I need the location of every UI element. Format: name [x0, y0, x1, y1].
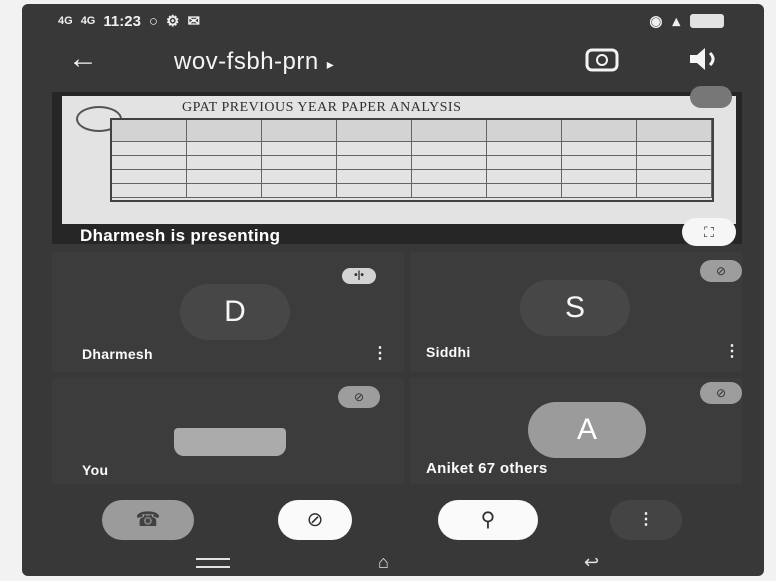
recents-icon[interactable]: [196, 558, 230, 568]
status-right: ◉ ▴: [649, 12, 724, 30]
presentation-tile[interactable]: GPAT PREVIOUS YEAR PAPER ANALYSIS Dharme…: [52, 86, 742, 246]
meeting-header: ← wov-fsbh-prn ▸: [22, 38, 764, 86]
participant-tile-siddhi[interactable]: ⊘ S Siddhi ⋮: [410, 252, 742, 372]
mic-off-icon: ⊘: [700, 260, 742, 282]
presenting-label: Dharmesh is presenting: [80, 226, 281, 245]
speaking-indicator-icon: •|•: [342, 268, 376, 284]
meeting-title[interactable]: wov-fsbh-prn ▸: [174, 48, 334, 76]
home-icon[interactable]: ⌂: [378, 552, 389, 573]
battery-icon: [690, 14, 724, 28]
participant-tile-aniket[interactable]: ⊘ A Aniket 67 others: [410, 378, 742, 484]
more-options-icon[interactable]: ⋮: [372, 344, 388, 364]
document-table: [110, 118, 714, 202]
message-icon: ✉: [187, 13, 201, 30]
fullscreen-icon[interactable]: ⛶: [682, 218, 736, 246]
participant-tile-dharmesh[interactable]: •|• D Dharmesh ⋮: [52, 252, 404, 372]
end-call-button[interactable]: ☎: [102, 500, 194, 540]
avatar-siddhi: S: [520, 280, 630, 336]
status-bar: 4G 4G 11:23 ○ ⚙ ✉ ◉ ▴: [22, 4, 764, 38]
circle-icon: ○: [148, 12, 158, 30]
participant-name-siddhi: Siddhi: [426, 344, 471, 360]
avatar-dharmesh: D: [180, 284, 290, 340]
call-controls: ☎ ⊘ ⚲ ⋮: [22, 494, 764, 544]
back-nav-icon[interactable]: ↩: [584, 552, 599, 573]
speaker-icon[interactable]: [686, 44, 722, 74]
meeting-code: wov-fsbh-prn: [174, 48, 319, 75]
self-video-preview: [174, 428, 286, 456]
participant-name-dharmesh: Dharmesh: [82, 346, 153, 362]
signal-icon: ▴: [672, 13, 680, 30]
notification-icon: ◉: [649, 13, 663, 30]
status-left: 4G 4G 11:23 ○ ⚙ ✉: [58, 12, 201, 31]
system-nav-bar: ⌂ ↩: [22, 550, 764, 576]
mic-off-icon: ⊘: [700, 382, 742, 404]
document-title: GPAT PREVIOUS YEAR PAPER ANALYSIS: [182, 100, 462, 115]
participant-tile-you[interactable]: ⊘ You: [52, 378, 404, 484]
back-button[interactable]: ←: [68, 44, 98, 74]
mic-toggle-button[interactable]: ⚲: [438, 500, 538, 540]
settings-icon: ⚙: [165, 13, 180, 30]
signal-label-2: 4G: [80, 15, 96, 27]
participant-name-you: You: [82, 462, 109, 478]
shared-document: GPAT PREVIOUS YEAR PAPER ANALYSIS: [62, 96, 736, 224]
more-options-button[interactable]: ⋮: [610, 500, 682, 540]
phone-screen: 4G 4G 11:23 ○ ⚙ ✉ ◉ ▴ ← wov-fsbh-prn ▸ G…: [22, 4, 764, 576]
switch-camera-icon[interactable]: [584, 44, 620, 74]
signal-label: 4G: [58, 15, 73, 27]
camera-toggle-button[interactable]: ⊘: [278, 500, 352, 540]
clock: 11:23: [103, 12, 141, 30]
avatar-aniket: A: [528, 402, 646, 458]
participant-name-aniket: Aniket 67 others: [426, 460, 548, 477]
mic-off-icon: ⊘: [338, 386, 380, 408]
more-options-icon[interactable]: ⋮: [724, 342, 740, 362]
caret-icon: ▸: [326, 56, 335, 72]
pin-icon[interactable]: [690, 86, 732, 108]
